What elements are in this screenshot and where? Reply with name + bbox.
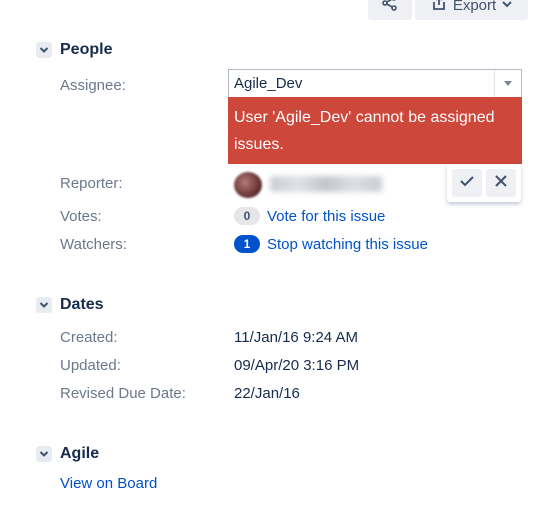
inline-edit-actions — [447, 164, 521, 202]
reporter-name-redacted — [270, 176, 382, 192]
dropdown-arrow-icon[interactable] — [494, 70, 521, 97]
export-button[interactable]: Export — [415, 0, 528, 20]
confirm-button[interactable] — [452, 169, 482, 197]
checkmark-icon — [459, 173, 475, 194]
share-icon — [381, 0, 399, 17]
close-icon — [494, 174, 508, 193]
agile-section-header[interactable]: Agile — [36, 445, 99, 463]
created-label: Created: — [60, 329, 118, 346]
assignee-label: Assignee: — [60, 77, 126, 94]
people-section-header[interactable]: People — [36, 41, 112, 59]
vote-link[interactable]: Vote for this issue — [267, 208, 385, 225]
agile-section-title: Agile — [60, 445, 100, 462]
watchers-value: 1 Stop watching this issue — [234, 235, 428, 253]
assignee-select[interactable]: Agile_Dev — [228, 69, 522, 98]
votes-label: Votes: — [60, 208, 102, 225]
updated-value: 09/Apr/20 3:16 PM — [234, 357, 360, 374]
revised-due-date-label: Revised Due Date: — [60, 385, 186, 402]
reporter-label: Reporter: — [60, 175, 123, 192]
dates-section-header[interactable]: Dates — [36, 296, 104, 314]
chevron-down-icon[interactable] — [36, 42, 52, 58]
cancel-button[interactable] — [486, 169, 516, 197]
updated-label: Updated: — [60, 357, 121, 374]
share-button[interactable] — [368, 0, 412, 20]
dates-section-title: Dates — [60, 296, 104, 313]
chevron-down-icon — [502, 0, 512, 14]
export-label: Export — [452, 0, 497, 14]
assignee-select-value: Agile_Dev — [234, 75, 303, 92]
revised-due-date-value: 22/Jan/16 — [234, 385, 300, 402]
assignee-error-message: User 'Agile_Dev' cannot be assigned issu… — [228, 97, 522, 164]
reporter-avatar[interactable] — [234, 172, 262, 198]
people-section-title: People — [60, 41, 113, 58]
stop-watching-link[interactable]: Stop watching this issue — [267, 236, 428, 253]
created-value: 11/Jan/16 9:24 AM — [234, 329, 358, 346]
votes-count-badge: 0 — [234, 207, 260, 225]
watchers-label: Watchers: — [60, 236, 127, 253]
export-icon — [431, 0, 447, 16]
watchers-count-badge: 1 — [234, 235, 260, 253]
view-on-board-link[interactable]: View on Board — [60, 475, 157, 492]
votes-value: 0 Vote for this issue — [234, 207, 385, 225]
chevron-down-icon[interactable] — [36, 297, 52, 313]
chevron-down-icon[interactable] — [36, 446, 52, 462]
